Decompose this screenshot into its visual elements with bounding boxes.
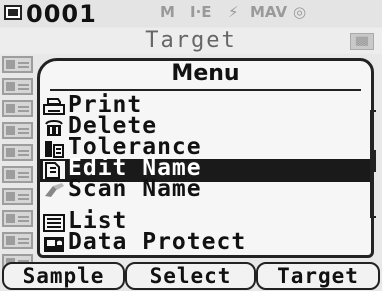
screen-header: Target ▒▒ (0, 28, 382, 54)
menu-popup: Menu Print Delete Tolerance Edit Name Sc… (37, 58, 374, 258)
menu-item-data-protect[interactable]: Data Protect (40, 229, 370, 256)
menu-item-label: Scan Name (68, 176, 202, 202)
edit-name-icon (43, 161, 65, 179)
status-bar: 0001 M I·E ⚡ MAV ◎ (0, 0, 382, 28)
scrollbar-thumb[interactable] (371, 150, 376, 172)
list-record-icon (2, 78, 33, 95)
softkey-bar: Sample Select Target (0, 262, 382, 291)
target-indicator: ◎ (293, 3, 307, 21)
measurement-indicator: MAV (250, 3, 288, 21)
list-record-icon (2, 56, 33, 73)
protect-icon (44, 237, 64, 252)
menu-item-label: Data Protect (68, 229, 247, 255)
header-badge: ▒▒ (350, 33, 374, 50)
list-record-icon (2, 122, 33, 139)
record-number: 0001 (26, 0, 97, 28)
menu-divider (50, 89, 361, 91)
list-record-icon (2, 166, 33, 183)
menu-item-scan-name[interactable]: Scan Name (40, 176, 370, 203)
list-record-icon (2, 210, 33, 227)
list-record-icon (2, 100, 33, 117)
tolerance-icon (45, 141, 64, 158)
list-record-icon (2, 232, 33, 249)
illuminant-indicator: I·E (190, 3, 212, 21)
list-record-icon (2, 144, 33, 161)
data-record-icon (4, 5, 22, 20)
list-record-icon (2, 188, 33, 205)
trash-icon (45, 120, 63, 136)
list-icon (43, 214, 65, 232)
softkey-select[interactable]: Select (125, 262, 256, 290)
power-indicator: ⚡ (228, 3, 239, 21)
softkey-target[interactable]: Target (256, 262, 380, 290)
printer-icon (43, 98, 65, 115)
menu-title: Menu (171, 61, 240, 86)
menu-scrollbar[interactable] (370, 110, 376, 218)
scan-icon (45, 183, 64, 197)
mode-indicator: M (160, 3, 175, 21)
screen-title: Target (145, 28, 237, 53)
softkey-sample[interactable]: Sample (2, 262, 125, 290)
